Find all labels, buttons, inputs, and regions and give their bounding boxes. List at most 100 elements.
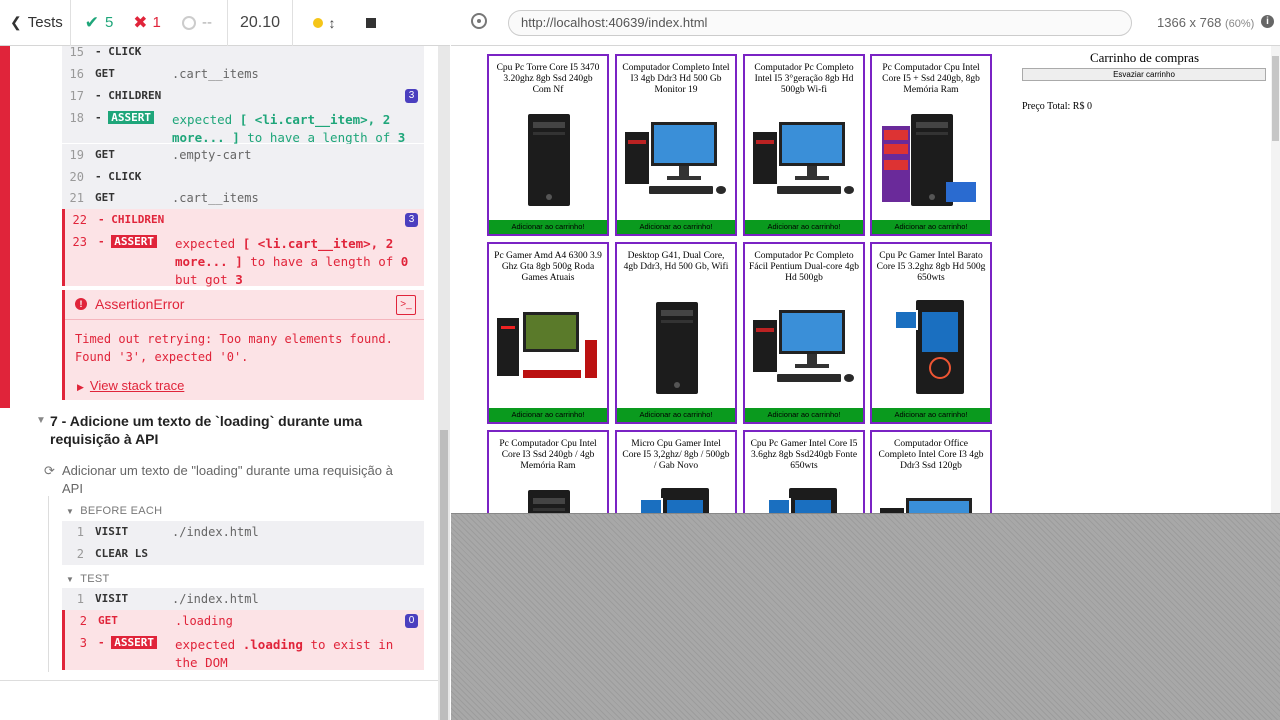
product-image-tower (493, 478, 603, 513)
assert-message: expected .loading to exist in the DOM (175, 637, 394, 670)
command-row[interactable]: 20 - CLICK (62, 166, 424, 188)
product-card: Computador Pc Completo Fácil Pentium Dua… (743, 242, 865, 424)
add-to-cart-button[interactable]: Adicionar ao carrinho! (489, 408, 607, 422)
product-image-desktop-set (749, 102, 859, 216)
product-card: Computador Completo Intel I3 4gb Ddr3 Hd… (615, 54, 737, 236)
cart-panel: Carrinho de compras Esvaziar carrinho Pr… (1022, 50, 1267, 112)
url-bar[interactable]: http://localhost:40639/index.html (508, 10, 1132, 36)
before-each-header[interactable]: ▼ BEFORE EACH (66, 505, 162, 517)
command-row[interactable]: 2 CLEAR LS (62, 543, 424, 565)
error-icon: ! (75, 298, 87, 310)
count-badge: 3 (405, 213, 418, 227)
product-card: Micro Cpu Gamer Intel Core I5 3,2ghz/ 8g… (615, 430, 737, 513)
command-row-failed[interactable]: 22 - CHILDREN 3 (62, 209, 424, 231)
viewport-info: 1366 x 768 (60%) (1157, 15, 1255, 30)
terminal-icon[interactable]: >_ (396, 295, 416, 315)
product-image-gamer-tower (749, 478, 859, 513)
cross-icon: ✖ (133, 12, 148, 32)
failure-indicator (0, 46, 10, 408)
pending-circle-icon (182, 15, 196, 30)
duration: 20.10 (239, 13, 281, 31)
product-title: Micro Cpu Gamer Intel Core I5 3,2ghz/ 8g… (622, 439, 730, 471)
caret-right-icon: ▶ (77, 382, 84, 392)
command-row[interactable]: 1 VISIT ./index.html (62, 588, 424, 610)
caret-down-icon: ▼ (66, 507, 75, 516)
error-message: Timed out retrying: Too many elements fo… (75, 332, 393, 364)
count-badge: 3 (405, 89, 418, 103)
total-price: Preço Total: R$ 0 (1022, 101, 1092, 112)
add-to-cart-button[interactable]: Adicionar ao carrinho! (872, 220, 990, 234)
command-log: 15 - CLICK 16 GET .cart__items 17 - CHIL… (0, 46, 438, 680)
product-title: Cpu Pc Torre Core I5 3470 3.20ghz 8gb Ss… (496, 63, 600, 95)
chevron-left-icon: ❮ (10, 14, 22, 30)
cart-title: Carrinho de compras (1089, 50, 1200, 65)
product-card: Cpu Pc Torre Core I5 3470 3.20ghz 8gb Ss… (487, 54, 609, 236)
command-row[interactable]: 15 - CLICK (62, 46, 424, 63)
product-image-tower (621, 290, 731, 404)
command-row[interactable]: 19 GET .empty-cart (62, 144, 424, 166)
failed-count: ✖ 1 (133, 12, 161, 32)
product-title: Pc Gamer Amd A4 6300 3.9 Ghz Gta 8gb 500… (494, 251, 602, 283)
error-title: AssertionError (95, 296, 185, 312)
selector-playground-icon[interactable] (471, 13, 487, 29)
product-title: Computador Pc Completo Intel I5 3°geraçã… (754, 63, 854, 95)
app-scrollbar[interactable] (1271, 46, 1280, 513)
add-to-cart-button[interactable]: Adicionar ao carrinho! (872, 408, 990, 422)
command-row[interactable]: 17 - CHILDREN 3 (62, 85, 424, 107)
auto-scroll-toggle[interactable]: ↕ (293, 0, 355, 46)
product-image-gamer-tower (621, 478, 731, 513)
test-header[interactable]: ▼ TEST (66, 573, 110, 585)
product-card: Pc Gamer Amd A4 6300 3.9 Ghz Gta 8gb 500… (487, 242, 609, 424)
add-to-cart-button[interactable]: Adicionar ao carrinho! (617, 220, 735, 234)
product-image-desktop-set (876, 478, 986, 513)
product-title: Computador Pc Completo Fácil Pentium Dua… (749, 251, 860, 283)
product-image-desktop-set (621, 102, 731, 216)
command-row-failed[interactable]: 23 - ASSERT expected [ <li.cart__item>, … (62, 231, 424, 287)
product-title: Pc Computador Cpu Intel Core I5 + Ssd 24… (882, 63, 980, 95)
assert-label: ASSERT (108, 111, 154, 124)
error-panel: ! AssertionError >_ Timed out retrying: … (62, 290, 424, 400)
command-row[interactable]: 16 GET .cart__items (62, 63, 424, 85)
assert-label: ASSERT (111, 235, 157, 248)
product-card: Cpu Pc Gamer Intel Core I5 3.6ghz 8gb Ss… (743, 430, 865, 513)
product-image-gamer-set (493, 290, 603, 404)
caret-down-icon: ▼ (36, 415, 46, 426)
product-title: Computador Completo Intel I3 4gb Ddr3 Hd… (622, 63, 730, 95)
info-icon[interactable]: i (1261, 15, 1274, 28)
product-card: Cpu Pc Gamer Intel Barato Core I5 3.2ghz… (870, 242, 992, 424)
command-row[interactable]: 1 VISIT ./index.html (62, 521, 424, 543)
add-to-cart-button[interactable]: Adicionar ao carrinho! (617, 408, 735, 422)
product-title: Cpu Pc Gamer Intel Core I5 3.6ghz 8gb Ss… (750, 439, 858, 471)
reporter-scrollbar[interactable] (438, 46, 450, 720)
stats-bar: ❮ Tests ✔ 5 ✖ 1 -- 20.10 ↕ (0, 0, 450, 46)
command-row[interactable]: 18 - ASSERT expected [ <li.cart__item>, … (62, 107, 424, 145)
empty-cart-button[interactable]: Esvaziar carrinho (1022, 68, 1266, 81)
product-image-tower (493, 102, 603, 216)
status-dot-icon (312, 17, 323, 28)
add-to-cart-button[interactable]: Adicionar ao carrinho! (745, 408, 863, 422)
command-row-failed[interactable]: 3 - ASSERT expected .loading to exist in… (62, 632, 424, 670)
command-row-failed[interactable]: 2 GET .loading 0 (62, 610, 424, 632)
command-row[interactable]: 21 GET .cart__items (62, 187, 424, 209)
assert-message: expected [ <li.cart__item>, 2 more... ] … (172, 112, 406, 145)
add-to-cart-button[interactable]: Adicionar ao carrinho! (745, 220, 863, 234)
reporter-panel: ❮ Tests ✔ 5 ✖ 1 -- 20.10 ↕ 15 - CLICK 16… (0, 0, 450, 720)
product-card: Desktop G41, Dual Core, 4gb Ddr3, Hd 500… (615, 242, 737, 424)
pending-count: -- (167, 0, 227, 46)
tests-button[interactable]: ❮ Tests (0, 0, 70, 46)
view-stack-trace-link[interactable]: ▶ View stack trace (77, 378, 184, 393)
assert-message: expected [ <li.cart__item>, 2 more... ] … (175, 236, 409, 287)
aut-background (451, 513, 1280, 720)
product-title: Pc Computador Cpu Intel Core I3 Ssd 240g… (499, 439, 597, 471)
add-to-cart-button[interactable]: Adicionar ao carrinho! (489, 220, 607, 234)
product-title: Cpu Pc Gamer Intel Barato Core I5 3.2ghz… (876, 251, 986, 283)
product-title: Desktop G41, Dual Core, 4gb Ddr3, Hd 500… (623, 251, 729, 272)
product-card: Pc Computador Cpu Intel Core I5 + Ssd 24… (870, 54, 992, 236)
running-spinner-icon: ⟳ (44, 463, 55, 478)
passed-count: ✔ 5 (84, 12, 114, 32)
stop-button[interactable] (355, 0, 387, 46)
product-card: Pc Computador Cpu Intel Core I3 Ssd 240g… (487, 430, 609, 513)
product-card: Computador Office Completo Intel Core I3… (870, 430, 992, 513)
product-image-tower-specs (876, 102, 986, 216)
app-under-test: Cpu Pc Torre Core I5 3470 3.20ghz 8gb Ss… (451, 46, 1280, 513)
